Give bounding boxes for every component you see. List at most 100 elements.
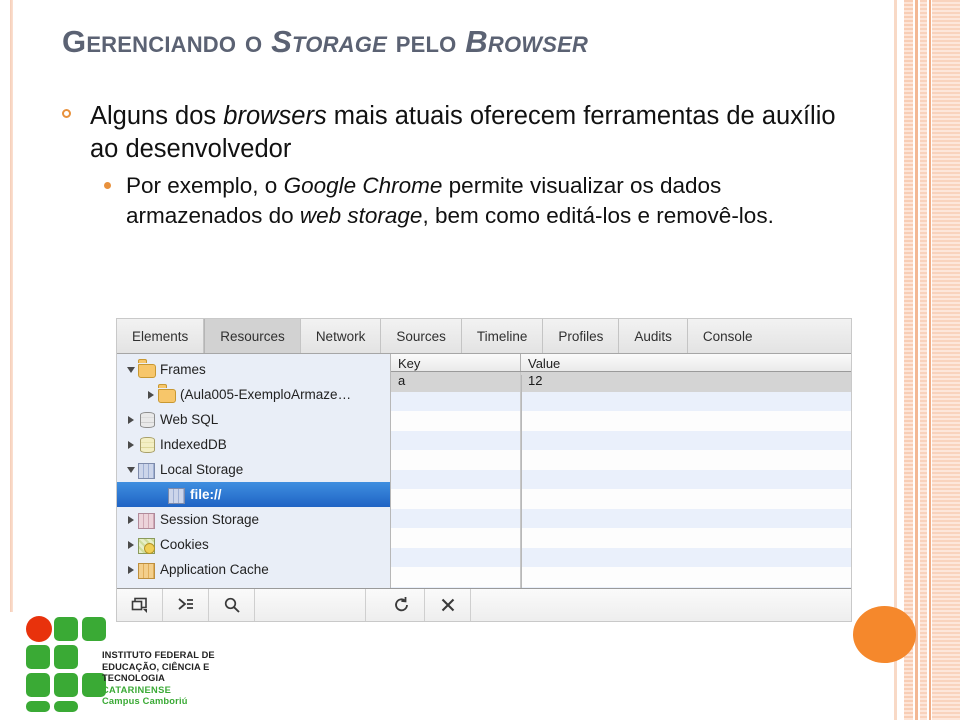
tree-item-label: Frames (160, 362, 206, 377)
slide-title: Gerenciando o Storage pelo Browser (62, 24, 589, 59)
stripe-5 (929, 0, 931, 720)
tree-item-file[interactable]: file:// (117, 482, 390, 507)
cell-value (521, 411, 851, 431)
cell-value (521, 509, 851, 529)
resources-tree-panel[interactable]: Frames (Aula005-ExemploArmaze… Web SQL Inde… (117, 354, 391, 588)
table-row-empty[interactable] (391, 450, 851, 470)
tree-item-session-storage[interactable]: Session Storage (117, 507, 390, 532)
column-divider[interactable] (521, 375, 522, 588)
cell-key (391, 450, 521, 470)
cell-value (521, 431, 851, 451)
devtools-content: Frames (Aula005-ExemploArmaze… Web SQL Inde… (117, 354, 851, 588)
chevron-right-icon[interactable] (123, 515, 138, 524)
tree-item-label: Cookies (160, 537, 209, 552)
tree-item-local-storage[interactable]: Local Storage (117, 457, 390, 482)
grid-orange-icon (138, 562, 155, 579)
chevron-right-icon[interactable] (123, 565, 138, 574)
cell-value (521, 587, 851, 589)
devtools-tab-bar: Elements Resources Network Sources Timeline P… (117, 319, 851, 354)
chevron-down-icon[interactable] (123, 466, 138, 473)
chevron-right-icon[interactable] (123, 440, 138, 449)
logo-line-4: Campus Camboriú (102, 696, 188, 706)
cell-key (391, 508, 521, 528)
grid-pink-icon (138, 512, 155, 529)
bullet-item-2: Por exemplo, o Google Chrome permite vis… (96, 171, 842, 231)
institution-logo: INSTITUTO FEDERAL DE EDUCAÇÃO, CIÊNCIA E… (14, 612, 264, 712)
tree-item-label: Web SQL (160, 412, 219, 427)
tree-item-application-cache[interactable]: Application Cache (117, 557, 390, 582)
table-row-empty[interactable] (391, 430, 851, 451)
table-row-empty[interactable] (391, 586, 851, 589)
bullet-item-1: Alguns dos browsers mais atuais oferecem… (52, 100, 842, 166)
table-row-empty[interactable] (391, 508, 851, 529)
cell-value[interactable]: 12 (521, 372, 851, 392)
chevron-right-icon[interactable] (123, 540, 138, 549)
devtools-tab-console[interactable]: Console (688, 319, 768, 353)
devtools-tab-timeline[interactable]: Timeline (462, 319, 544, 353)
table-row-empty[interactable] (391, 528, 851, 548)
bullet-marker-hollow-icon (62, 109, 71, 118)
table-row-empty[interactable] (391, 489, 851, 509)
cell-key (391, 586, 521, 588)
devtools-tab-audits[interactable]: Audits (619, 319, 688, 353)
table-row-empty[interactable] (391, 411, 851, 431)
logo-line-3: CATARINENSE (102, 684, 172, 695)
column-header-key[interactable]: Key (391, 354, 521, 371)
table-row-empty[interactable] (391, 391, 851, 412)
table-row-empty[interactable] (391, 547, 851, 568)
chevron-down-icon[interactable] (123, 366, 138, 373)
devtools-tab-sources[interactable]: Sources (381, 319, 462, 353)
logo-line-1: INSTITUTO FEDERAL DE (102, 650, 215, 660)
refresh-icon[interactable] (379, 589, 425, 621)
cell-key (391, 411, 521, 431)
tree-item-label: Session Storage (160, 512, 260, 527)
tree-item-web-sql[interactable]: Web SQL (117, 407, 390, 432)
cookie-icon (138, 537, 155, 554)
delete-icon[interactable] (425, 589, 471, 621)
table-row-empty[interactable] (391, 469, 851, 490)
cell-key (391, 469, 521, 489)
table-header-row: Key Value (391, 354, 851, 372)
tree-item-label: Application Cache (160, 562, 269, 577)
devtools-tab-resources[interactable]: Resources (204, 319, 301, 353)
chevron-right-icon[interactable] (123, 415, 138, 424)
chevron-right-icon[interactable] (143, 390, 158, 399)
devtools-tab-profiles[interactable]: Profiles (543, 319, 620, 353)
tree-item-indexeddb[interactable]: IndexedDB (117, 432, 390, 457)
database-yellow-icon (138, 437, 155, 453)
orange-circle-decoration (853, 606, 916, 663)
devtools-tab-elements[interactable]: Elements (117, 319, 205, 353)
table-rows: a 12 (391, 372, 851, 588)
tree-item-label: file:// (190, 487, 222, 502)
footer-spacer-right (471, 589, 851, 621)
stripe-2 (904, 0, 913, 720)
tree-item-label: Local Storage (160, 462, 244, 477)
cell-key (391, 391, 521, 411)
cell-key (391, 489, 521, 509)
table-row[interactable]: a 12 (391, 372, 851, 392)
tree-item-frames[interactable]: Frames (117, 357, 390, 382)
table-row-empty[interactable] (391, 567, 851, 587)
tree-item-label: (Aula005-ExemploArmaze… (180, 387, 352, 402)
cell-value (521, 567, 851, 587)
tree-item-aula005-exemploarmaze[interactable]: (Aula005-ExemploArmaze… (117, 382, 390, 407)
cell-value (521, 450, 851, 470)
cell-value (521, 548, 851, 568)
storage-table-panel: Key Value a 12 (391, 354, 851, 588)
database-icon (138, 412, 155, 428)
column-header-value[interactable]: Value (521, 354, 560, 371)
logo-red-circle (26, 616, 52, 642)
cell-value (521, 392, 851, 412)
cell-value (521, 470, 851, 490)
slide-body: Alguns dos browsers mais atuais oferecem… (52, 100, 842, 231)
tree-item-cookies[interactable]: Cookies (117, 532, 390, 557)
cell-key[interactable]: a (391, 372, 521, 392)
cell-key (391, 430, 521, 450)
devtools-tab-network[interactable]: Network (301, 319, 382, 353)
cell-key (391, 547, 521, 567)
stripe-4 (920, 0, 927, 720)
footer-gap (366, 589, 379, 621)
bullet-1-text: Alguns dos browsers mais atuais oferecem… (90, 102, 836, 163)
tree-item-label: IndexedDB (160, 437, 227, 452)
left-accent-line (10, 0, 13, 612)
